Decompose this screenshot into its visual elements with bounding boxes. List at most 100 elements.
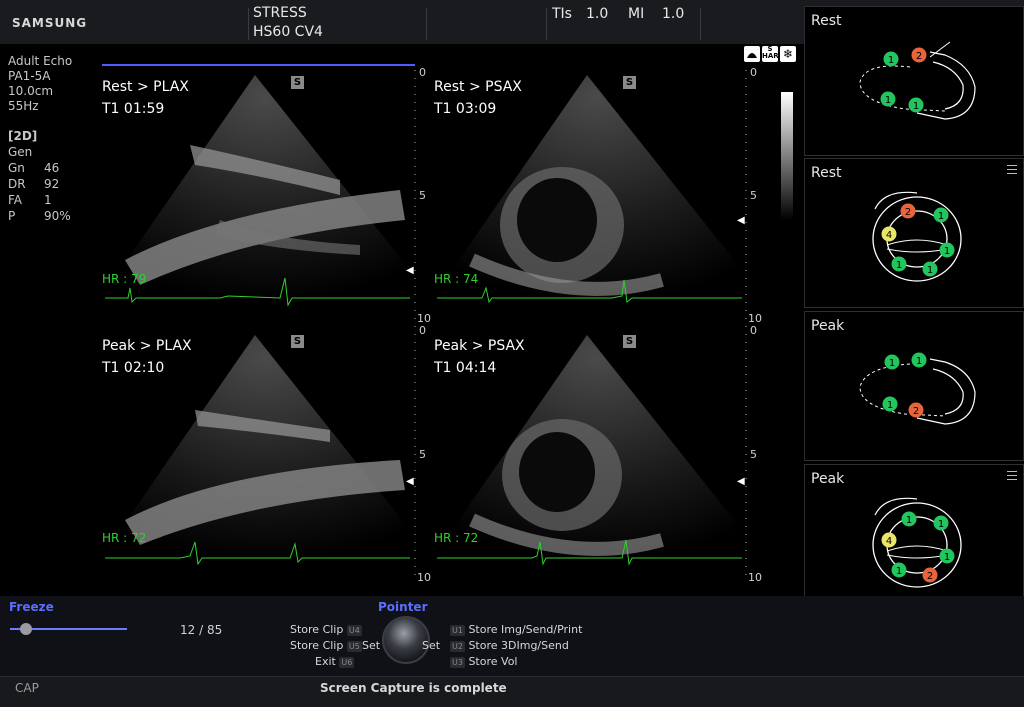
key-label: Store Vol — [468, 655, 518, 668]
key-label: Store Clip — [290, 639, 344, 652]
segment-score[interactable]: 1 — [922, 261, 938, 281]
wall-motion-panel-peak-la[interactable]: Peak 1 1 1 2 — [804, 311, 1024, 461]
exam-type: STRESS — [253, 5, 307, 21]
param-line: 10.0cm — [8, 84, 54, 98]
segment-score[interactable]: 1 — [939, 242, 955, 262]
svg-text:1: 1 — [927, 265, 933, 276]
segment-score[interactable]: 1 — [880, 91, 896, 111]
svg-text:1: 1 — [938, 211, 944, 222]
status-message: Screen Capture is complete — [320, 681, 507, 695]
segment-score[interactable]: 2 — [900, 203, 916, 223]
depth-label: 0 — [750, 66, 757, 79]
key-label: Store Clip — [290, 623, 344, 636]
store-vol-button[interactable]: U3 Store Vol — [450, 655, 517, 668]
svg-text:2: 2 — [927, 571, 933, 582]
svg-text:1: 1 — [906, 515, 912, 526]
wall-motion-panel-peak-sa[interactable]: Peak 1 1 4 1 1 2 — [804, 464, 1024, 614]
active-panel-indicator — [102, 64, 415, 66]
set-right-button[interactable]: Set — [422, 639, 440, 652]
probe-icon[interactable] — [744, 46, 760, 62]
svg-text:1: 1 — [896, 260, 902, 271]
param-value: 90% — [44, 209, 71, 223]
tis-label: TIs — [552, 6, 572, 22]
depth-label: 10 — [417, 571, 431, 584]
store-clip-button[interactable]: Store Clip U5 — [290, 639, 362, 652]
segment-score[interactable]: 4 — [881, 532, 897, 552]
segment-score[interactable]: 1 — [933, 207, 949, 227]
divider — [700, 8, 701, 40]
key-label: Store Img/Send/Print — [468, 623, 583, 636]
svg-text:1: 1 — [887, 400, 893, 411]
depth-label: 10 — [748, 571, 762, 584]
key-code: U3 — [450, 657, 465, 668]
focus-marker-icon: ◀ — [737, 476, 745, 487]
segment-score[interactable]: 1 — [884, 354, 900, 374]
wall-motion-panel-rest-sa[interactable]: Rest 2 1 4 1 1 1 — [804, 158, 1024, 308]
segment-score[interactable]: 4 — [881, 226, 897, 246]
key-label: Store 3DImg/Send — [468, 639, 569, 652]
mi-label: MI — [628, 6, 645, 22]
freeze-label: Freeze — [9, 600, 54, 614]
segment-score[interactable]: 2 — [922, 567, 938, 587]
mi-value: 1.0 — [662, 6, 685, 22]
panel-time: T1 02:10 — [102, 360, 165, 376]
s-har-icon[interactable]: S HAR — [762, 45, 779, 62]
heart-rate: HR : 74 — [434, 272, 479, 286]
segment-score[interactable]: 1 — [939, 548, 955, 568]
svg-text:1: 1 — [944, 246, 950, 257]
depth-scale-left — [414, 70, 416, 580]
probe-preset: HS60 CV4 — [253, 24, 323, 40]
s-har-text: S HAR — [762, 45, 779, 60]
focus-marker-icon: ◀ — [406, 265, 414, 276]
key-label: Exit — [315, 655, 336, 668]
exit-button[interactable]: Exit U6 — [315, 655, 355, 668]
panel-title: Rest > PLAX — [102, 79, 189, 95]
depth-label: 5 — [750, 189, 757, 202]
segment-score[interactable]: 1 — [882, 396, 898, 416]
heart-rate: HR : 79 — [102, 272, 147, 286]
param-value: 1 — [44, 193, 52, 207]
svg-text:4: 4 — [886, 536, 892, 547]
key-code: U6 — [339, 657, 355, 668]
segment-score[interactable]: 1 — [891, 256, 907, 276]
snowflake-icon[interactable]: ❄ — [780, 46, 796, 62]
segment-score[interactable]: 2 — [911, 47, 927, 67]
store-3dimg-send-button[interactable]: U2 Store 3DImg/Send — [450, 639, 569, 652]
segment-score[interactable]: 1 — [911, 352, 927, 372]
pointer-label: Pointer — [378, 600, 428, 614]
segment-score[interactable]: 1 — [933, 515, 949, 535]
segment-score[interactable]: 1 — [908, 97, 924, 117]
set-left-button[interactable]: Set — [362, 639, 380, 652]
svg-text:1: 1 — [896, 566, 902, 577]
image-panel-rest-plax[interactable]: Rest > PLAX T1 01:59 S HR : 79 — [100, 70, 415, 328]
depth-label: 0 — [419, 324, 426, 337]
wall-motion-panel-rest-la[interactable]: Rest 1 2 1 1 — [804, 6, 1024, 156]
segment-score[interactable]: 1 — [891, 562, 907, 582]
svg-text:1: 1 — [913, 101, 919, 112]
status-bar — [0, 676, 1024, 707]
store-img-send-print-button[interactable]: U1 Store Img/Send/Print — [450, 623, 582, 636]
svg-text:4: 4 — [886, 230, 892, 241]
panel-time: T1 03:09 — [434, 101, 497, 117]
image-panel-rest-psax[interactable]: Rest > PSAX T1 03:09 S HR : 74 — [432, 70, 747, 328]
focus-marker-icon: ◀ — [737, 215, 745, 226]
svg-text:1: 1 — [944, 552, 950, 563]
heart-rate: HR : 72 — [434, 531, 479, 545]
param-line: PA1-5A — [8, 69, 51, 83]
key-code: U1 — [450, 625, 465, 636]
segment-score[interactable]: 1 — [883, 51, 899, 71]
param-value: 92 — [44, 177, 60, 191]
divider — [546, 8, 547, 40]
s-badge: S — [623, 335, 636, 348]
segment-score[interactable]: 1 — [901, 511, 917, 531]
svg-text:2: 2 — [916, 51, 922, 62]
svg-text:2: 2 — [913, 406, 919, 417]
image-panel-peak-psax[interactable]: Peak > PSAX T1 04:14 S HR : 72 — [432, 330, 747, 588]
key-code: U5 — [346, 641, 362, 652]
cap-label: CAP — [15, 681, 39, 695]
svg-text:1: 1 — [916, 356, 922, 367]
image-panel-peak-plax[interactable]: Peak > PLAX T1 02:10 S HR : 72 — [100, 330, 415, 588]
store-clip-button[interactable]: Store Clip U4 — [290, 623, 362, 636]
segment-score[interactable]: 2 — [908, 402, 924, 422]
depth-label: 5 — [419, 448, 426, 461]
